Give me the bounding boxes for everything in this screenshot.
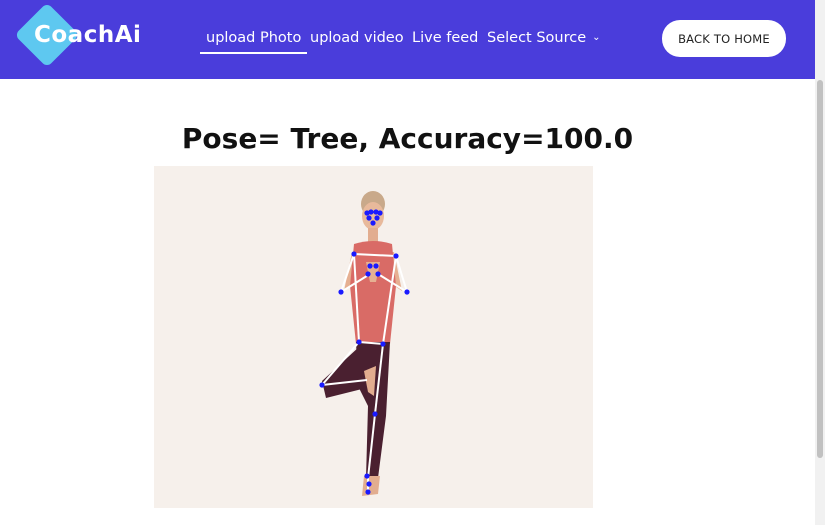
page-scrollbar[interactable] (815, 0, 825, 525)
pose-result-image (154, 166, 593, 508)
back-to-home-button[interactable]: BACK TO HOME (662, 20, 786, 57)
nav-upload-photo[interactable]: upload Photo (199, 30, 308, 54)
scrollbar-thumb[interactable] (817, 80, 823, 458)
nav-select-source[interactable]: Select Source ⌄ (487, 30, 601, 46)
navbar: CoachAi upload Photo upload video Live f… (0, 0, 815, 79)
coachai-logo[interactable]: CoachAi (14, 2, 141, 72)
chevron-down-icon: ⌄ (592, 32, 601, 43)
nav-select-source-label: Select Source (487, 30, 587, 46)
nav-live-feed[interactable]: Live feed (412, 30, 478, 46)
pose-result-title: Pose= Tree, Accuracy=100.0 (181, 122, 634, 155)
pose-figure-graphic (319, 191, 410, 496)
nav-upload-video[interactable]: upload video (310, 30, 404, 46)
brand-name: CoachAi (34, 22, 142, 48)
